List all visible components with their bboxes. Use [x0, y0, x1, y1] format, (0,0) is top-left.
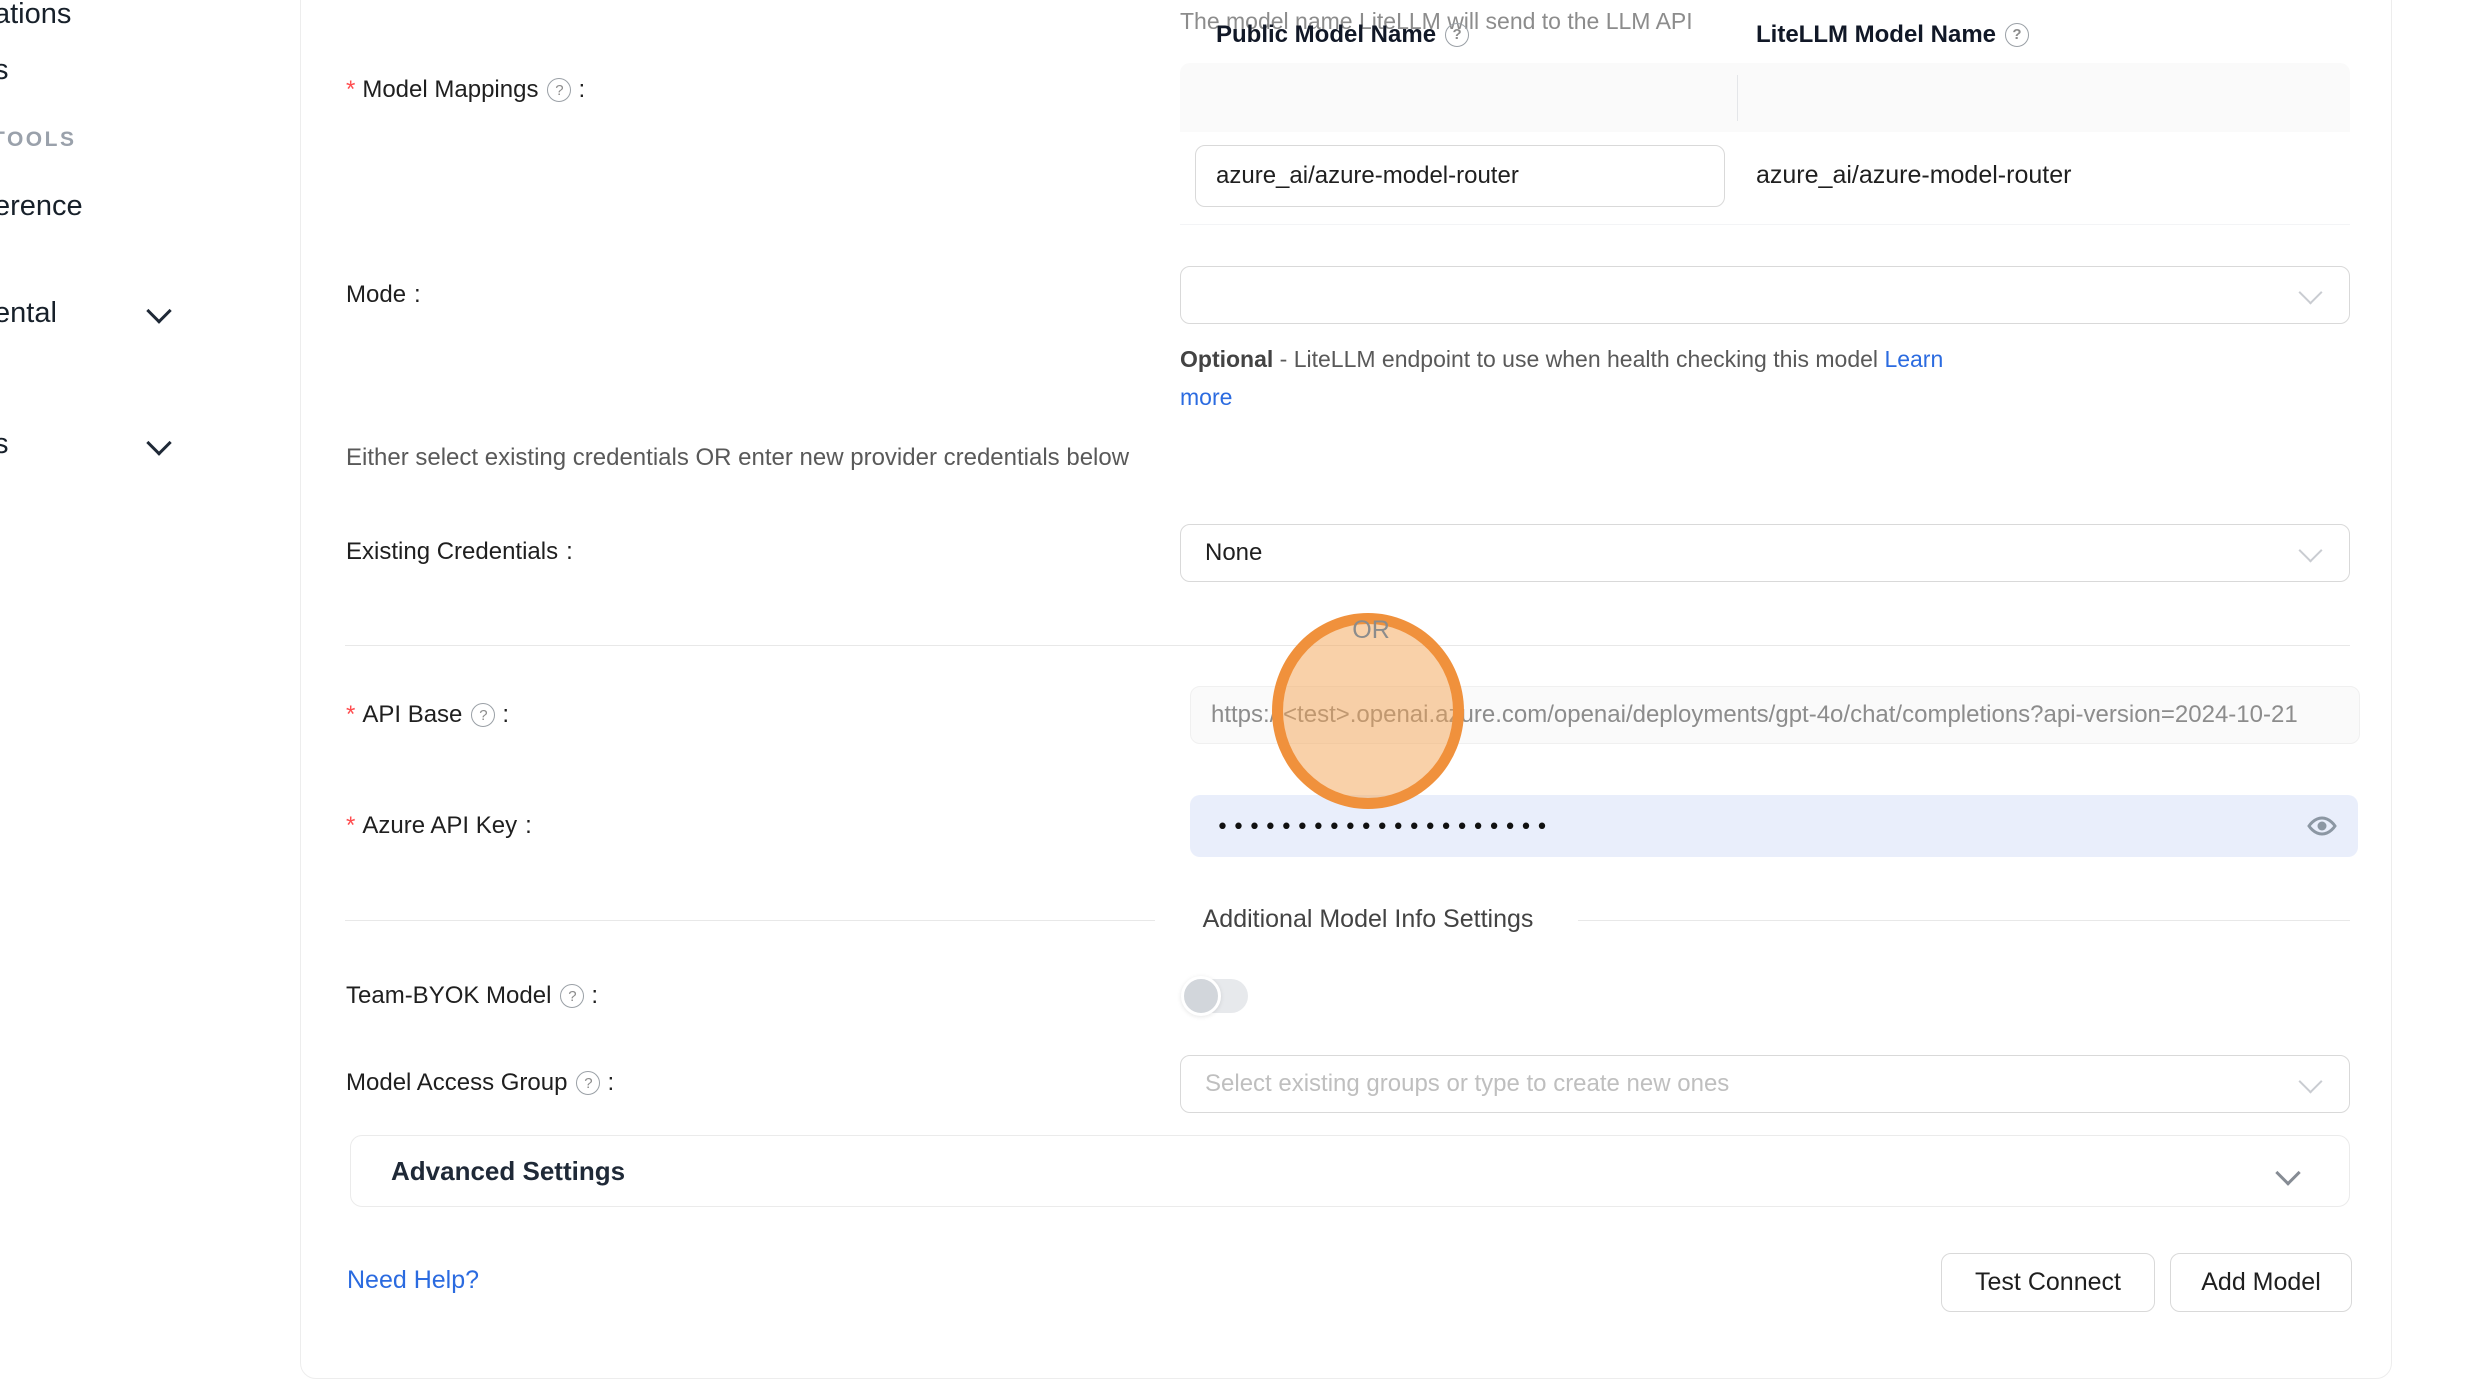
required-asterisk: * — [346, 812, 355, 840]
public-model-name-header: Public Model Name ? — [1216, 0, 1474, 69]
sidebar-item-experimental[interactable]: ental — [0, 297, 57, 330]
help-icon[interactable]: ? — [471, 703, 495, 727]
help-icon[interactable]: ? — [2005, 23, 2029, 47]
credentials-note: Either select existing credentials OR en… — [346, 444, 1129, 472]
model-access-group-label: Model Access Group ? : — [346, 1065, 614, 1101]
additional-settings-divider-title: Additional Model Info Settings — [1163, 905, 1573, 934]
chevron-down-icon — [2298, 280, 2322, 304]
sidebar-section-tools: TOOLS — [0, 128, 76, 152]
section-divider-line — [345, 920, 1155, 921]
mode-select[interactable] — [1180, 266, 2350, 324]
toggle-knob — [1181, 976, 1221, 1016]
sidebar: ations s TOOLS erence ental s — [0, 0, 300, 1385]
litellm-model-name-value: azure_ai/azure-model-router — [1756, 161, 2071, 190]
advanced-settings-title: Advanced Settings — [391, 1156, 625, 1187]
chevron-down-icon — [2298, 538, 2322, 562]
litellm-model-name-header: LiteLLM Model Name ? — [1756, 0, 2034, 69]
team-byok-label: Team-BYOK Model ? : — [346, 978, 598, 1014]
api-base-input[interactable] — [1190, 686, 2360, 744]
public-model-name-input[interactable] — [1195, 145, 1725, 207]
mode-hint-line1: Optional - LiteLLM endpoint to use when … — [1180, 346, 1943, 373]
mode-hint-line2: more — [1180, 384, 1232, 411]
advanced-settings-toggle[interactable]: Advanced Settings — [350, 1135, 2350, 1207]
test-connect-button[interactable]: Test Connect — [1941, 1253, 2155, 1312]
existing-credentials-select[interactable]: None — [1180, 524, 2350, 582]
model-access-group-select[interactable]: Select existing groups or type to create… — [1180, 1055, 2350, 1113]
section-divider-line — [1578, 920, 2350, 921]
help-icon[interactable]: ? — [1445, 23, 1469, 47]
chevron-down-icon — [146, 430, 171, 455]
sidebar-item-inference[interactable]: erence — [0, 190, 83, 223]
table-row-divider — [1180, 224, 2350, 225]
azure-api-key-input[interactable] — [1214, 795, 2278, 859]
learn-more-link[interactable]: more — [1180, 384, 1232, 410]
help-icon[interactable]: ? — [547, 78, 571, 102]
required-asterisk: * — [346, 701, 355, 729]
sidebar-item-organizations[interactable]: ations — [0, 0, 71, 31]
azure-api-key-field — [1190, 795, 2358, 857]
sidebar-item-settings[interactable]: s — [0, 428, 9, 461]
model-mappings-table-header — [1180, 63, 2350, 132]
learn-more-link[interactable]: Learn — [1884, 346, 1943, 372]
model-mappings-label: * Model Mappings ? : — [346, 72, 585, 108]
chevron-down-icon — [146, 298, 171, 323]
team-byok-toggle[interactable] — [1184, 979, 1248, 1013]
eye-icon[interactable] — [2306, 810, 2338, 842]
mode-label: Mode : — [346, 277, 421, 313]
or-divider-label: OR — [1316, 616, 1426, 645]
table-column-divider — [1737, 75, 1738, 121]
api-base-label: * API Base ? : — [346, 697, 509, 733]
or-divider-line — [345, 645, 2350, 646]
chevron-down-icon — [2298, 1069, 2322, 1093]
add-model-button[interactable]: Add Model — [2170, 1253, 2352, 1312]
help-icon[interactable]: ? — [576, 1071, 600, 1095]
existing-credentials-label: Existing Credentials : — [346, 534, 573, 570]
help-icon[interactable]: ? — [560, 984, 584, 1008]
azure-api-key-label: * Azure API Key : — [346, 808, 532, 844]
chevron-down-icon — [2275, 1160, 2300, 1185]
need-help-link[interactable]: Need Help? — [347, 1266, 479, 1295]
existing-credentials-value: None — [1205, 539, 1262, 567]
sidebar-item[interactable]: s — [0, 54, 9, 87]
access-group-placeholder: Select existing groups or type to create… — [1205, 1070, 1729, 1098]
required-asterisk: * — [346, 76, 355, 104]
add-model-page: ations s TOOLS erence ental s The model … — [0, 0, 2477, 1385]
